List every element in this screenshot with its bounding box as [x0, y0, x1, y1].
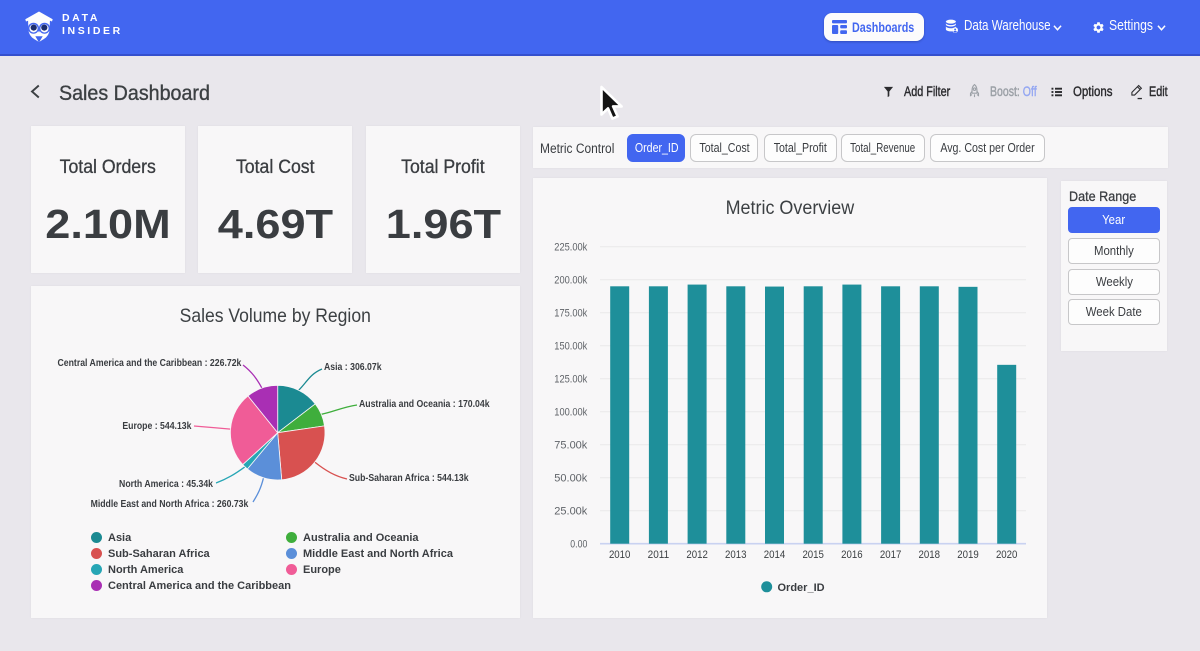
svg-text:175.00k: 175.00k	[554, 307, 588, 319]
svg-text:100.00k: 100.00k	[554, 406, 588, 418]
svg-text:25.00k: 25.00k	[554, 505, 588, 517]
svg-text:2015: 2015	[802, 549, 824, 561]
svg-text:2010: 2010	[609, 549, 631, 561]
svg-text:50.00k: 50.00k	[554, 472, 588, 484]
svg-text:150.00k: 150.00k	[554, 340, 588, 352]
svg-text:2011: 2011	[648, 549, 670, 561]
svg-text:125.00k: 125.00k	[554, 373, 588, 385]
svg-text:2020: 2020	[996, 549, 1018, 561]
svg-text:0.00: 0.00	[570, 538, 587, 550]
svg-text:2014: 2014	[764, 549, 786, 561]
svg-text:2017: 2017	[880, 549, 902, 561]
svg-text:2019: 2019	[957, 549, 979, 561]
svg-text:2012: 2012	[686, 549, 708, 561]
svg-text:Order_ID: Order_ID	[778, 582, 825, 594]
svg-text:2018: 2018	[919, 549, 941, 561]
svg-text:75.00k: 75.00k	[554, 439, 588, 451]
svg-text:225.00k: 225.00k	[554, 241, 588, 253]
svg-text:2013: 2013	[725, 549, 747, 561]
svg-text:200.00k: 200.00k	[554, 274, 588, 286]
svg-text:2016: 2016	[841, 549, 863, 561]
